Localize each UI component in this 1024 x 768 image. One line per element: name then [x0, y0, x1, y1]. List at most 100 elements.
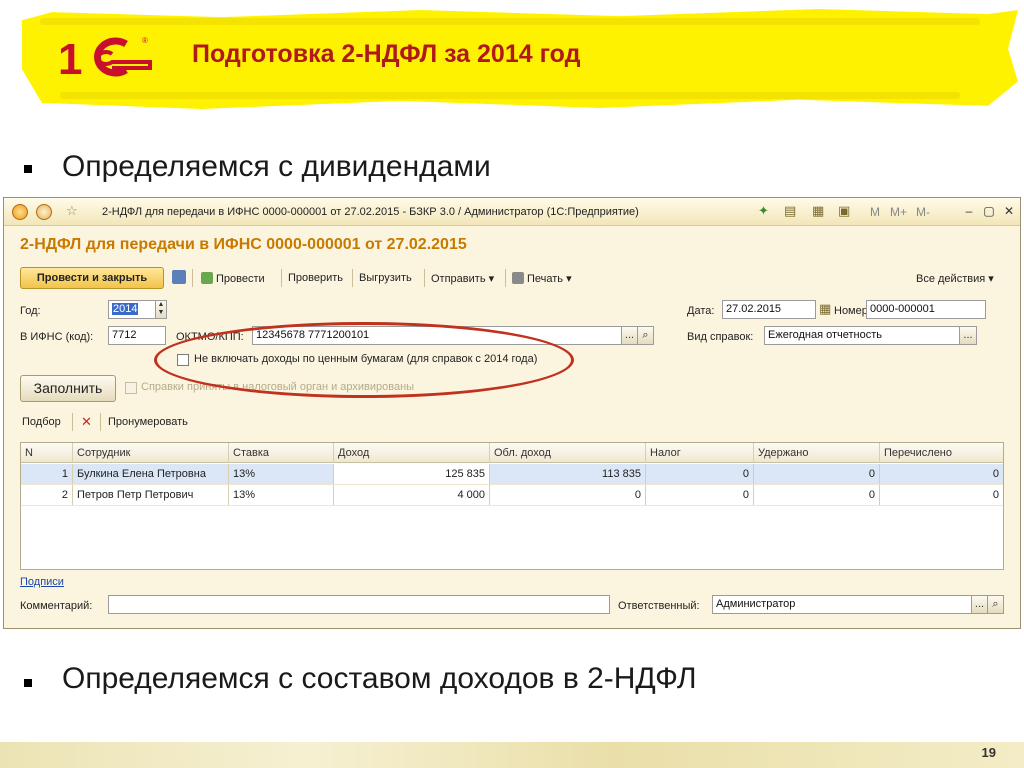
transferred-cell: 0	[992, 489, 999, 501]
calendar-icon[interactable]: ▣	[838, 203, 850, 219]
toolbar-divider	[281, 269, 282, 287]
rate-cell: 13%	[229, 464, 334, 484]
svg-text:1: 1	[58, 35, 82, 80]
slide-title: Подготовка 2-НДФЛ за 2014 год	[192, 40, 581, 68]
bullet-dividends: Определяемся с дивидендами	[62, 150, 491, 183]
post-button[interactable]: Провести	[201, 272, 265, 285]
date-label: Дата:	[687, 305, 715, 317]
close-icon[interactable]: ✕	[1002, 204, 1016, 218]
oktmo-select-button[interactable]: ...	[621, 326, 638, 345]
post-and-close-button[interactable]: Провести и закрыть	[20, 267, 164, 289]
toolbar-divider	[72, 413, 73, 431]
all-actions-dropdown[interactable]: Все действия ▾	[916, 272, 994, 285]
comment-field[interactable]	[108, 595, 610, 614]
year-field[interactable]: 2014	[108, 300, 156, 319]
column-header[interactable]: Ставка	[229, 443, 334, 463]
year-spinner[interactable]: ▲ ▼	[155, 300, 167, 319]
table-row[interactable]: 2 Петров Петр Петрович 13% 4 000 0 0 0 0	[21, 485, 1003, 506]
chevron-down-icon: ▾	[988, 273, 994, 285]
calendar-icon[interactable]: ▦	[819, 301, 831, 317]
year-value: 2014	[112, 303, 139, 315]
column-header[interactable]: Доход	[334, 443, 490, 463]
employee-cell: Булкина Елена Петровна	[73, 464, 229, 484]
menu-icon[interactable]	[36, 204, 52, 220]
search-icon[interactable]: ⌕	[637, 326, 654, 345]
window-titlebar: ☆ 2-НДФЛ для передачи в ИФНС 0000-000001…	[4, 198, 1020, 226]
income-cell: 125 835	[334, 464, 490, 484]
withheld-cell: 0	[754, 485, 880, 505]
taxable-income-cell: 0	[490, 485, 646, 505]
signatures-link[interactable]: Подписи	[20, 576, 64, 588]
document-title: 2-НДФЛ для передачи в ИФНС 0000-000001 о…	[20, 236, 467, 253]
printer-icon	[512, 272, 524, 284]
withheld-cell: 0	[754, 464, 880, 484]
app-icon[interactable]	[12, 204, 28, 220]
post-label: Провести	[216, 273, 265, 285]
responsible-select-button[interactable]: ...	[971, 595, 988, 614]
date-field[interactable]: 27.02.2015	[722, 300, 816, 319]
send-label: Отправить	[431, 273, 486, 285]
taxable-income-cell: 113 835	[490, 464, 646, 484]
print-dropdown[interactable]: Печать ▾	[512, 272, 572, 285]
export-button[interactable]: Выгрузить	[359, 272, 412, 284]
ifns-field[interactable]: 7712	[108, 326, 166, 345]
memory-button-m-minus[interactable]: M-	[916, 205, 930, 219]
row-number: 2	[21, 485, 73, 505]
tax-cell: 0	[646, 464, 754, 484]
window-title: 2-НДФЛ для передачи в ИФНС 0000-000001 о…	[102, 206, 639, 218]
responsible-field[interactable]: Администратор	[712, 595, 972, 614]
svg-text:®: ®	[142, 36, 148, 45]
column-header[interactable]: N	[21, 443, 73, 463]
responsible-label: Ответственный:	[618, 600, 700, 612]
column-header[interactable]: Обл. доход	[490, 443, 646, 463]
rate-cell: 13%	[229, 485, 334, 505]
minimize-icon[interactable]: ‒	[962, 204, 976, 218]
row-number: 1	[21, 464, 73, 484]
accepted-checkbox[interactable]	[125, 382, 137, 394]
memory-button-m-plus[interactable]: M+	[890, 205, 907, 219]
toolbar-divider	[100, 413, 101, 431]
employee-cell: Петров Петр Петрович	[73, 485, 229, 505]
bullet-income-composition: Определяемся с составом доходов в 2-НДФЛ	[62, 662, 697, 695]
chevron-down-icon: ▾	[488, 273, 495, 285]
employees-table: N Сотрудник Ставка Доход Обл. доход Нало…	[20, 442, 1004, 570]
document-icon[interactable]: ▤	[784, 203, 796, 219]
all-actions-label: Все действия	[916, 273, 986, 285]
report-type-select-button[interactable]: ...	[959, 326, 977, 345]
check-button[interactable]: Проверить	[288, 272, 343, 284]
search-icon[interactable]: ⌕	[987, 595, 1004, 614]
column-header[interactable]: Перечислено	[880, 443, 1003, 463]
print-label: Печать	[527, 273, 564, 285]
page-number: 19	[981, 745, 996, 760]
ifns-label: В ИФНС (код):	[20, 331, 94, 343]
tax-cell: 0	[646, 485, 754, 505]
renumber-button[interactable]: Пронумеровать	[108, 416, 188, 428]
highlight-ellipse	[154, 322, 574, 398]
restore-icon[interactable]: ▢	[982, 204, 996, 218]
column-header[interactable]: Налог	[646, 443, 754, 463]
memory-button-m[interactable]: M	[870, 205, 880, 219]
toolbar-divider	[424, 269, 425, 287]
toolbar-divider	[352, 269, 353, 287]
delete-icon[interactable]: ✕	[81, 414, 92, 430]
send-dropdown[interactable]: Отправить ▾	[431, 272, 494, 285]
column-header[interactable]: Сотрудник	[73, 443, 229, 463]
table-row[interactable]: 1 Булкина Елена Петровна 13% 125 835 113…	[21, 464, 1003, 485]
save-icon[interactable]	[172, 270, 189, 285]
toolbar-divider	[505, 269, 506, 287]
column-header[interactable]: Удержано	[754, 443, 880, 463]
footer-band	[0, 742, 1024, 768]
calculator-icon[interactable]: ▦	[812, 203, 824, 219]
banner-streak	[60, 92, 960, 99]
ndfl-document-window: ☆ 2-НДФЛ для передачи в ИФНС 0000-000001…	[3, 197, 1021, 629]
income-cell: 4 000	[334, 485, 490, 505]
toolbar-divider	[192, 269, 193, 287]
transferred-cell: 0	[992, 468, 999, 480]
number-field[interactable]: 0000-000001	[866, 300, 986, 319]
add-favorite-icon[interactable]: ✦	[758, 203, 769, 219]
select-button[interactable]: Подбор	[22, 416, 61, 428]
report-type-field[interactable]: Ежегодная отчетность	[764, 326, 960, 345]
fill-button[interactable]: Заполнить	[20, 375, 116, 402]
1c-logo: 1 ®	[58, 35, 152, 80]
favorite-star-icon[interactable]: ☆	[66, 203, 78, 219]
